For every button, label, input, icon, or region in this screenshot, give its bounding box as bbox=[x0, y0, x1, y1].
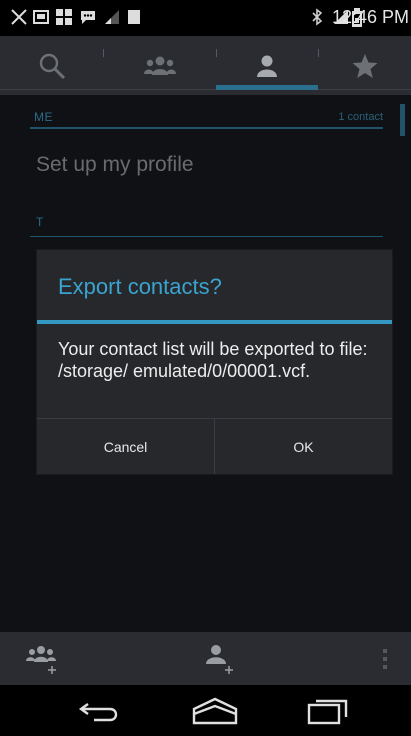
recent-apps-button[interactable] bbox=[298, 685, 358, 736]
tab-bar-divider bbox=[0, 89, 411, 90]
dialog-title-divider bbox=[37, 320, 392, 324]
groups-icon bbox=[143, 56, 176, 75]
add-group-icon bbox=[26, 645, 56, 674]
back-button[interactable] bbox=[70, 685, 130, 736]
add-group-button[interactable] bbox=[18, 632, 68, 685]
dialog-title: Export contacts? bbox=[58, 274, 222, 299]
missed-call-icon bbox=[11, 9, 27, 25]
tab-separator bbox=[318, 49, 319, 57]
dialog-message: Your contact list will be exported to fi… bbox=[58, 339, 368, 381]
overflow-menu-icon bbox=[383, 648, 387, 669]
add-contact-icon bbox=[206, 644, 233, 674]
signal-weak-icon bbox=[105, 10, 119, 24]
add-contact-button[interactable] bbox=[193, 632, 243, 685]
screenshot-icon bbox=[33, 10, 49, 24]
cancel-button[interactable]: Cancel bbox=[37, 419, 214, 474]
tab-favorites[interactable] bbox=[318, 36, 411, 95]
navigation-bar bbox=[0, 685, 411, 736]
export-contacts-dialog: Export contacts? Your contact list will … bbox=[37, 250, 392, 474]
notification-icon bbox=[128, 10, 140, 24]
back-icon bbox=[78, 702, 118, 721]
tab-selected-indicator bbox=[216, 85, 318, 90]
tab-groups[interactable] bbox=[103, 36, 216, 95]
status-bar: 12:46 PM bbox=[0, 0, 411, 36]
bluetooth-icon bbox=[312, 8, 323, 26]
search-icon bbox=[39, 53, 65, 79]
tab-separator bbox=[216, 49, 217, 57]
status-time: 12:46 PM bbox=[331, 7, 409, 27]
bottom-action-bar bbox=[0, 632, 411, 685]
tab-bar bbox=[0, 36, 411, 95]
home-icon bbox=[192, 697, 238, 724]
overflow-menu-button[interactable] bbox=[370, 632, 400, 685]
sms-icon bbox=[81, 11, 95, 24]
ok-button[interactable]: OK bbox=[215, 419, 392, 474]
star-icon bbox=[352, 53, 377, 78]
network-icon bbox=[56, 9, 72, 25]
tab-separator bbox=[103, 49, 104, 57]
tab-search[interactable] bbox=[0, 36, 103, 95]
recent-apps-icon bbox=[307, 699, 348, 724]
person-icon bbox=[257, 55, 277, 77]
home-button[interactable] bbox=[185, 685, 245, 736]
